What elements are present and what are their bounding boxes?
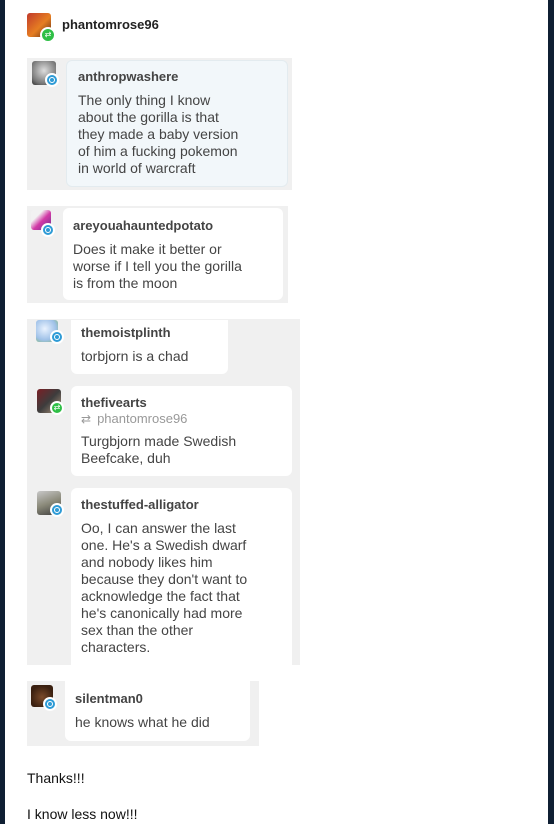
username-anthropwashere[interactable]: anthropwashere xyxy=(78,69,178,84)
user-badge-icon xyxy=(41,223,55,237)
post-card-silentman0 xyxy=(65,681,250,741)
reblogged-from[interactable]: ⇄ phantomrose96 xyxy=(81,411,187,426)
window-frame-right xyxy=(548,0,554,824)
reblog-icon: ⇄ xyxy=(81,411,92,426)
post-text-thestuffed-alligator: Oo, I can answer the last one. He's a Sw… xyxy=(81,520,248,655)
post-text-silentman0: he knows what he did xyxy=(75,714,210,730)
user-badge-icon xyxy=(50,330,64,344)
user-badge-icon xyxy=(50,503,64,517)
reblog-comment-line-2: I know less now!!! xyxy=(27,806,138,822)
user-badge-icon xyxy=(45,73,59,87)
username-areyouahauntedpotato[interactable]: areyouahauntedpotato xyxy=(73,218,213,233)
reblog-comment-line-1: Thanks!!! xyxy=(27,770,85,786)
reblogged-from-username[interactable]: phantomrose96 xyxy=(97,411,187,426)
reblog-badge-icon: ⇄ xyxy=(40,27,56,43)
username-thestuffed-alligator[interactable]: thestuffed-alligator xyxy=(81,497,199,512)
post-text-areyouahauntedpotato: Does it make it better or worse if I tel… xyxy=(73,241,242,291)
post-text-thefivearts: Turgbjorn made Swedish Beefcake, duh xyxy=(81,433,237,466)
post-text-themoistplinth: torbjorn is a chad xyxy=(81,348,189,364)
reblogger-username[interactable]: phantomrose96 xyxy=(62,17,159,32)
user-badge-icon xyxy=(43,697,57,711)
window-frame-left xyxy=(0,0,5,824)
username-themoistplinth[interactable]: themoistplinth xyxy=(81,325,171,340)
username-thefivearts[interactable]: thefivearts xyxy=(81,395,147,410)
username-silentman0[interactable]: silentman0 xyxy=(75,691,143,706)
reblog-badge-icon: ⇄ xyxy=(50,401,64,415)
post-text-anthropwashere: The only thing I know about the gorilla … xyxy=(78,92,239,176)
